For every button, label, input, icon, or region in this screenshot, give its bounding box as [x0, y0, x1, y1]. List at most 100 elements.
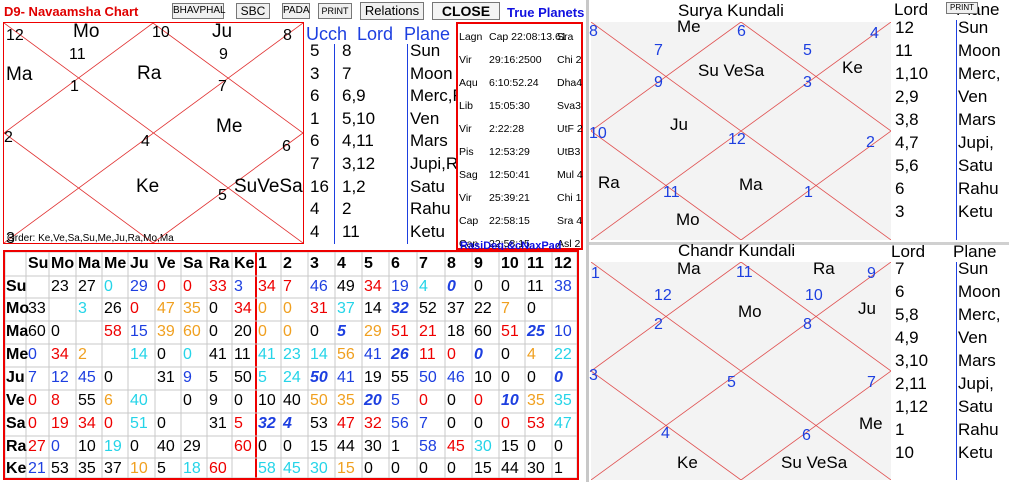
grid-cell: 18 — [447, 323, 465, 340]
grid-col-header: Su — [28, 255, 49, 272]
right-panels: 8 6 4 7 9 5 3 10 12 2 11 1 Me Su VeSa Ke… — [589, 0, 1009, 482]
grid-cell: 8 — [51, 392, 60, 409]
degrees-table: Lagn Cap 22:08:13.61 Sra Vir 29:16:2500 Chi 2… — [456, 22, 583, 250]
surya-kundali-chart: 8 6 4 7 9 5 3 10 12 2 11 1 Me Su VeSa Ke… — [589, 18, 891, 240]
grid-cell: 0 — [157, 278, 166, 295]
navamsha-panel: D9- Navaamsha Chart BHAVPHAL SBC PADA PR… — [0, 0, 588, 482]
grid-cell: 0 — [527, 300, 536, 317]
grid-cell: 40 — [157, 438, 175, 455]
lord-value: 2 — [342, 199, 352, 219]
grid-cell: 0 — [183, 346, 192, 363]
grid-cell: 60 — [183, 323, 201, 340]
surya-planet-ma: Ma — [739, 175, 763, 194]
grid-cell: 0 — [364, 460, 373, 477]
print-button[interactable]: PRINT — [318, 3, 352, 19]
grid-cell: 5 — [391, 392, 400, 409]
grid-cell: 10 — [258, 392, 276, 409]
ucch-value: 3 — [310, 63, 320, 83]
grid-cell: 6 — [104, 392, 113, 409]
grid-cell: 0 — [447, 278, 456, 295]
surya_kundali-planet-name: Ketu — [958, 202, 993, 221]
chandr-house-10: 10 — [805, 287, 823, 304]
bhavphal-button[interactable]: BHAVPHAL — [172, 3, 226, 19]
grid-cell: 23 — [283, 346, 301, 363]
ucch-value: 6 — [310, 131, 320, 151]
grid-cell: 25 — [527, 323, 545, 340]
grid-row-header: Sa — [6, 415, 26, 432]
grid-cell: 53 — [51, 460, 69, 477]
surya_kundali-planet-name: Ven — [958, 87, 988, 106]
true-planets-label[interactable]: True Planets — [507, 5, 584, 20]
grid-row-header: Ve — [6, 392, 25, 409]
grid-cell: 0 — [104, 415, 113, 432]
lord-value: 4,11 — [342, 131, 374, 151]
d9-house-9: 9 — [219, 46, 228, 63]
grid-cell: 39 — [157, 323, 175, 340]
sbc-button[interactable]: SBC — [236, 3, 270, 19]
grid-cell: 41 — [364, 346, 382, 363]
degree-value: 29:16:2500 — [489, 54, 542, 66]
grid-cell: 15 — [337, 460, 355, 477]
chandr-house-9: 9 — [867, 265, 876, 282]
grid-cell: 0 — [447, 346, 456, 363]
chandr-kundali-title: Chandr Kundali — [678, 241, 796, 260]
grid-cell: 37 — [337, 300, 355, 317]
grid-col-header: Me — [104, 255, 127, 272]
grid-col-header: 2 — [283, 255, 292, 272]
grid-cell: 0 — [258, 300, 267, 317]
grid-cell: 11 — [234, 346, 251, 363]
grid-cell: 7 — [28, 369, 37, 386]
d9-planet-ju: Ju — [212, 21, 233, 42]
toolbar: D9- Navaamsha Chart BHAVPHAL SBC PADA PR… — [0, 0, 588, 22]
grid-cell: 0 — [234, 392, 243, 409]
grid-cell: 37 — [104, 460, 122, 477]
surya-kundali-title: Surya Kundali — [678, 1, 784, 20]
grid-cell: 10 — [130, 460, 148, 477]
grid-cell: 19 — [391, 278, 409, 295]
d9-planet-mo: Mo — [73, 21, 100, 42]
d9-chart-lines — [4, 23, 303, 243]
grid-cell: 32 — [364, 415, 382, 432]
surya-house-11: 11 — [663, 184, 680, 201]
grid-cell: 0 — [183, 278, 192, 295]
grid-cell: 60 — [234, 438, 252, 455]
relations-button[interactable]: Relations — [360, 2, 424, 20]
lord-value: 3,12 — [342, 154, 376, 173]
chart-title: D9- Navaamsha Chart — [4, 4, 139, 19]
grid-cell: 29 — [364, 323, 382, 340]
grid-col-header: 12 — [554, 255, 572, 272]
grid-cell: 0 — [391, 460, 400, 477]
chandr-house-4: 4 — [661, 425, 670, 442]
surya-house-7: 7 — [654, 42, 663, 59]
grid-cell: 0 — [209, 300, 218, 317]
grid-col-header: Ve — [157, 255, 176, 272]
d9-planet-ra: Ra — [137, 63, 162, 84]
grid-cell: 3 — [78, 300, 87, 317]
pada-button[interactable]: PADA — [282, 3, 310, 19]
grid-cell: 27 — [78, 278, 96, 295]
planet-order: Order: Ke,Ve,Sa,Su,Me,Ju,Ra,Mo,Ma — [7, 233, 174, 244]
grid-row-header: Ma — [6, 323, 29, 340]
grid-cell: 24 — [283, 369, 301, 386]
close-button[interactable]: CLOSE — [432, 2, 500, 20]
surya-print-button[interactable]: PRINT — [946, 2, 978, 14]
planet-name: Ketu — [410, 221, 445, 241]
chandr-kundali-chart: 1 11 9 12 10 2 8 3 5 7 4 6 Ma Ra Mo Ju M… — [589, 260, 891, 480]
grid-cell: 0 — [554, 369, 563, 386]
chandr_kundali-planet-name: Satu — [958, 397, 993, 416]
grid-row-header: Ra — [6, 438, 27, 455]
surya-planet-ra: Ra — [598, 173, 620, 192]
grid-cell: 35 — [78, 460, 96, 477]
grid-cell: 0 — [447, 415, 456, 432]
grid-row-header: Su — [6, 278, 27, 295]
grid-cell: 34 — [234, 300, 252, 317]
lord-value: 1,2 — [342, 176, 366, 196]
surya_kundali-lord-value: 1,10 — [895, 64, 929, 83]
grid-cell: 5 — [234, 415, 243, 432]
d9-house-12: 12 — [6, 27, 24, 44]
grid-cell: 33 — [209, 278, 227, 295]
aspect-grid: Su Mo Ma Me Ju Ve Sa Ra Ke 1 2 3 4 5 6 7 8 9 10 11 12 Su 23 27 0… — [3, 250, 579, 480]
chandr-planet-mo: Mo — [738, 302, 762, 321]
grid-cell: 49 — [337, 278, 355, 295]
d9-house-7: 7 — [218, 78, 227, 95]
